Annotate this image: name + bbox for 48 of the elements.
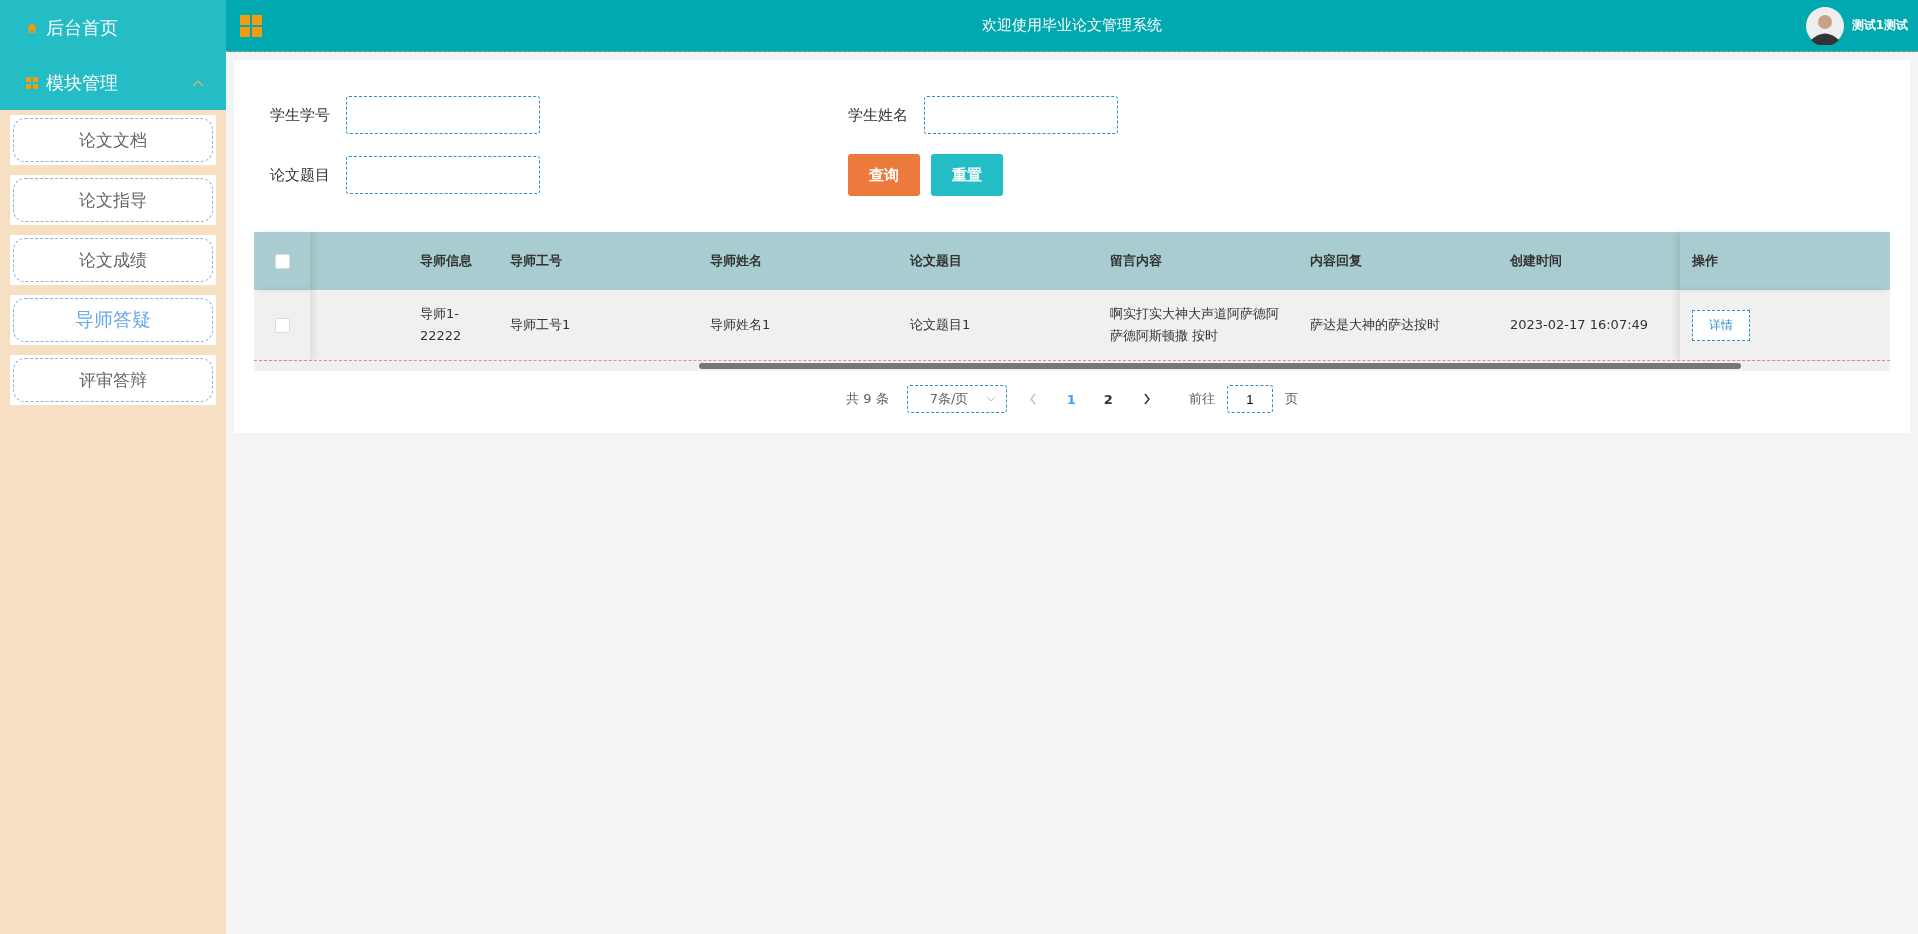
checkbox[interactable]: [274, 317, 290, 333]
grid-icon: [26, 76, 38, 89]
page-suffix: 页: [1284, 390, 1298, 408]
reset-button[interactable]: 重置: [931, 154, 1003, 196]
submenu-item[interactable]: 论文指导: [13, 178, 213, 222]
next-icon[interactable]: [1142, 393, 1151, 405]
goto-label: 前往: [1188, 390, 1215, 408]
search-button[interactable]: 查询: [848, 154, 920, 196]
user-name[interactable]: 测试1测试: [1851, 17, 1908, 34]
field-label: 学生学号: [270, 105, 331, 125]
table-cell-text: 论文题目1: [910, 315, 972, 334]
page-input[interactable]: 1: [1226, 385, 1273, 413]
chevron-icon: [985, 396, 996, 402]
column-header: 导师工号: [510, 252, 563, 270]
menu-item[interactable]: 后台首页: [0, 0, 226, 55]
input-field[interactable]: [346, 96, 540, 134]
page-number[interactable]: 1: [1058, 391, 1084, 407]
table-cell-text: 2023-02-17 16:07:49: [1510, 315, 1650, 334]
table-cell-text: 导师1-22222: [419, 304, 463, 345]
input-field[interactable]: [346, 156, 540, 194]
details-button[interactable]: 详情: [1692, 309, 1750, 341]
field-label: 论文题目: [270, 165, 331, 185]
submenu-item[interactable]: 评审答辩: [13, 358, 213, 402]
submenu-item[interactable]: 论文成绩: [13, 238, 213, 282]
checkbox[interactable]: [274, 253, 290, 269]
column-header: 导师信息: [419, 252, 473, 270]
home-icon: [26, 21, 38, 34]
column-header: 操作: [1680, 232, 1890, 290]
table-cell-text: 导师姓名1: [710, 315, 772, 334]
menu-group[interactable]: 模块管理: [0, 55, 226, 110]
column-header: 创建时间: [1510, 252, 1563, 270]
avatar-icon[interactable]: [1805, 6, 1844, 45]
table-cell-text: 萨达是大神的萨达按时: [1310, 315, 1441, 334]
column-header: 留言内容: [1110, 252, 1163, 270]
column-header: 导师姓名: [710, 252, 763, 270]
scrollbar[interactable]: [699, 363, 1741, 369]
total-count: 共 9 条: [846, 390, 889, 408]
input-field[interactable]: [924, 96, 1118, 134]
column-header: 内容回复: [1310, 252, 1363, 270]
column-header: 论文题目: [910, 252, 963, 270]
table-cell-text: 导师工号1: [510, 315, 572, 334]
submenu-item[interactable]: 导师答疑: [13, 298, 213, 342]
table-cell-text: 啊实打实大神大声道阿萨德阿萨德阿斯顿撒 按时: [1110, 304, 1280, 345]
app-title: 欢迎使用毕业论文管理系统: [982, 16, 1162, 35]
page-number[interactable]: 2: [1095, 391, 1121, 407]
page-size-select[interactable]: 7条/页: [906, 385, 1007, 413]
field-label: 学生姓名: [848, 105, 909, 125]
submenu-item[interactable]: 论文文档: [13, 118, 213, 162]
